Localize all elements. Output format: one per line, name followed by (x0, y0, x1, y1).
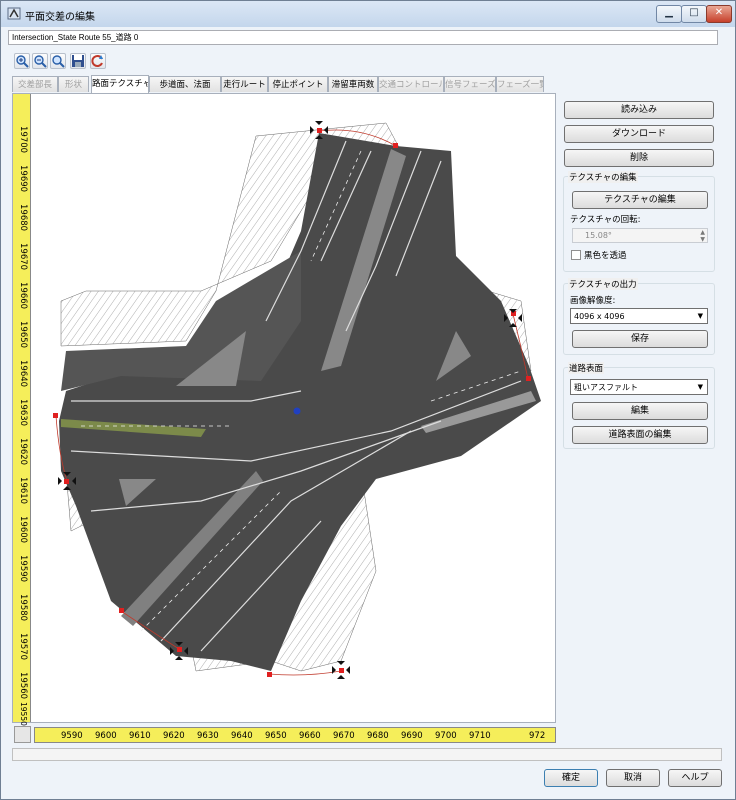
road-surface-edit-button[interactable]: 道路表面の編集 (572, 426, 708, 444)
refresh-icon (91, 55, 103, 67)
spinner-icon[interactable]: ▲ ▼ (700, 229, 705, 243)
ok-button[interactable]: 確定 (544, 769, 598, 787)
close-button[interactable]: ✕ (706, 5, 732, 23)
tab-intersection-length[interactable]: 交差部長 (12, 76, 58, 92)
texture-edit-button[interactable]: テクスチャの編集 (572, 191, 708, 209)
chevron-down-icon: ▼ (697, 383, 703, 391)
vruler-label: 19640 (18, 360, 28, 388)
vruler-label: 19560 (18, 672, 28, 700)
tab-driving-route[interactable]: 走行ルート (221, 76, 268, 92)
hruler-label: 9640 (231, 731, 253, 741)
black-transparent-checkbox[interactable] (571, 250, 581, 260)
vruler-label: 19680 (18, 204, 28, 232)
rotation-field[interactable]: 15.08° ▲ ▼ (572, 228, 708, 243)
window-title: 平面交差の編集 (25, 12, 95, 23)
hruler-label: 9710 (469, 731, 491, 741)
vertical-ruler: 19700 19690 19680 19670 19660 19650 1964… (13, 94, 31, 726)
refresh-button[interactable] (90, 53, 106, 69)
app-icon (7, 7, 21, 20)
zoom-fit-button[interactable] (50, 53, 66, 69)
hruler-label: 9700 (435, 731, 457, 741)
zoom-fit-icon (52, 55, 65, 68)
tab-phase-list[interactable]: フェーズ一覧 (496, 76, 544, 92)
vruler-label: 19630 (18, 399, 28, 427)
hruler-label: 9660 (299, 731, 321, 741)
save-icon (72, 55, 84, 67)
rotation-label: テクスチャの回転: (570, 215, 641, 225)
tab-signal-phase[interactable]: 信号フェーズ (444, 76, 496, 92)
surface-edit-button[interactable]: 編集 (572, 402, 708, 420)
download-button[interactable]: ダウンロード (564, 125, 714, 143)
road-surface-group-label: 道路表面 (568, 362, 605, 374)
maximize-button[interactable]: □ (681, 5, 707, 23)
delete-button[interactable]: 削除 (564, 149, 714, 167)
vruler-label: 19660 (18, 282, 28, 310)
hruler-label: 9590 (61, 731, 83, 741)
vruler-label: 19620 (18, 438, 28, 466)
intersection-name-field[interactable] (8, 30, 718, 45)
tab-shape[interactable]: 形状 (58, 76, 89, 92)
texture-output-group-label: テクスチャの出力 (568, 278, 638, 290)
hruler-label: 9630 (197, 731, 219, 741)
help-button[interactable]: ヘルプ (668, 769, 722, 787)
chevron-down-icon: ▼ (697, 312, 703, 320)
vruler-label: 19550 (19, 702, 28, 726)
intersection-texture-image (53, 121, 541, 679)
hruler-label: 9610 (129, 731, 151, 741)
vruler-label: 19700 (18, 126, 28, 154)
title-bar: 平面交差の編集 ▁ □ ✕ (1, 1, 735, 27)
load-button[interactable]: 読み込み (564, 101, 714, 119)
surface-value: 粗いアスファルト (574, 383, 638, 392)
ruler-corner (14, 726, 31, 743)
texture-edit-group-label: テクスチャの編集 (568, 171, 638, 183)
resolution-label: 画像解像度: (570, 296, 616, 306)
vruler-label: 19610 (18, 477, 28, 505)
hruler-label: 9690 (401, 731, 423, 741)
hruler-label: 972 (529, 731, 546, 741)
hruler-label: 9680 (367, 731, 389, 741)
vruler-label: 19650 (18, 321, 28, 349)
zoom-out-button[interactable] (32, 53, 48, 69)
vruler-label: 19570 (18, 633, 28, 661)
black-transparent-label: 黒色を透過 (584, 251, 627, 261)
surface-select[interactable]: 粗いアスファルト ▼ (570, 379, 708, 395)
horizontal-scrollbar[interactable] (12, 748, 722, 761)
tab-sidewalk-slope[interactable]: 歩道面、法面 (149, 76, 221, 92)
minimize-button[interactable]: ▁ (656, 5, 682, 23)
hruler-label: 9620 (163, 731, 185, 741)
vruler-label: 19600 (18, 516, 28, 544)
tab-road-texture[interactable]: 路面テクスチャ (91, 75, 149, 93)
rotation-value: 15.08° (585, 231, 612, 240)
resolution-select[interactable]: 4096 x 4096 ▼ (570, 308, 708, 324)
cancel-button[interactable]: 取消 (606, 769, 660, 787)
vruler-label: 19580 (18, 594, 28, 622)
texture-canvas[interactable] (12, 93, 556, 723)
hruler-label: 9650 (265, 731, 287, 741)
vruler-label: 19690 (18, 165, 28, 193)
tab-stop-point[interactable]: 停止ポイント (268, 76, 328, 92)
zoom-out-icon (34, 55, 47, 68)
vruler-label: 19590 (18, 555, 28, 583)
horizontal-ruler: 9590 9600 9610 9620 9630 9640 9650 9660 … (34, 727, 556, 743)
zoom-in-icon (16, 55, 29, 68)
tab-queue-vehicles[interactable]: 滞留車両数 (328, 76, 378, 92)
zoom-in-button[interactable] (14, 53, 30, 69)
hruler-label: 9600 (95, 731, 117, 741)
vruler-label: 19670 (18, 243, 28, 271)
hruler-label: 9670 (333, 731, 355, 741)
save-toolbar-button[interactable] (70, 53, 86, 69)
tab-traffic-control[interactable]: 交通コントロール (378, 76, 444, 92)
save-button[interactable]: 保存 (572, 330, 708, 348)
resolution-value: 4096 x 4096 (574, 312, 625, 321)
